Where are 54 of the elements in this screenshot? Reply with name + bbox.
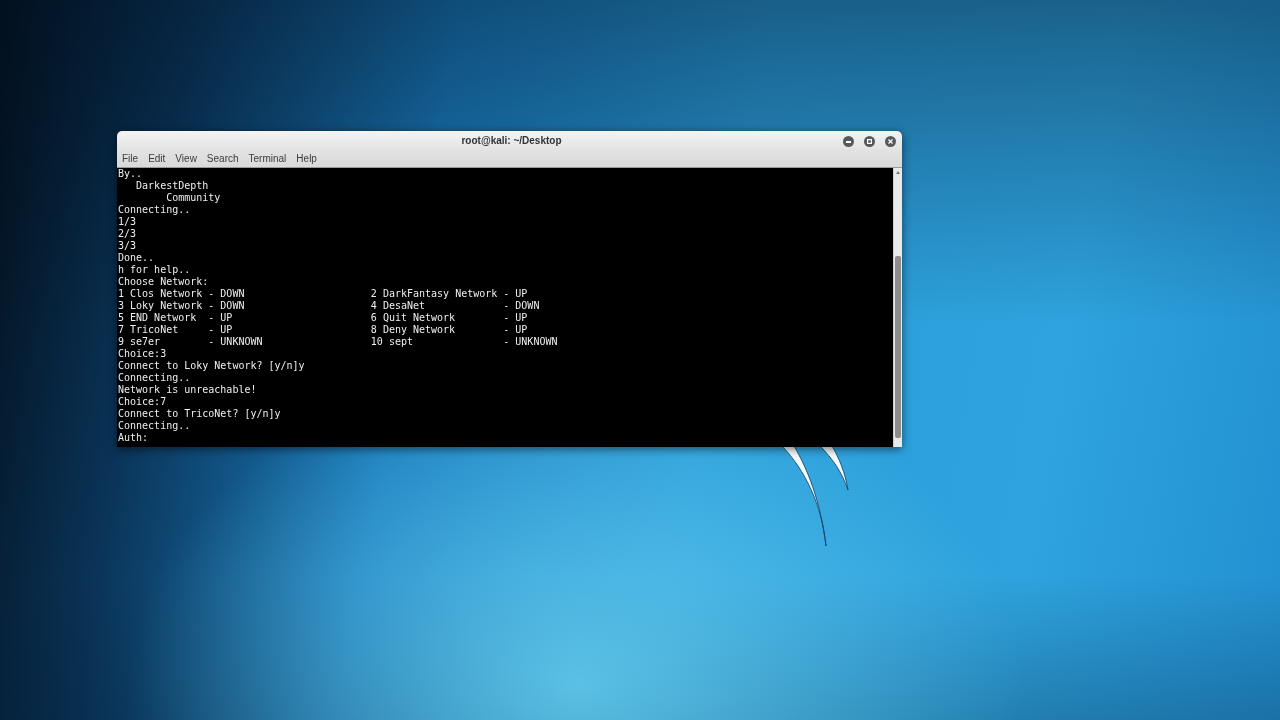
minus-icon bbox=[846, 140, 851, 143]
network-option: 7 TricoNet bbox=[118, 324, 179, 335]
terminal-line: 2/3 bbox=[118, 228, 137, 239]
terminal-line: 1/3 bbox=[118, 216, 137, 227]
menu-item[interactable]: File bbox=[117, 151, 144, 167]
window-title: root@kali: ~/Desktop bbox=[461, 136, 562, 146]
scrollbar-track[interactable] bbox=[893, 168, 902, 447]
terminal-line: Choice:7 bbox=[118, 396, 167, 407]
network-status: - DOWN bbox=[208, 300, 245, 311]
network-option: 2 DarkFantasy Network bbox=[370, 288, 498, 299]
terminal-line: Auth: bbox=[118, 432, 149, 443]
terminal-line: By.. bbox=[118, 168, 143, 179]
terminal-line: Choose Network: bbox=[118, 276, 209, 287]
terminal-line: Choice:3 bbox=[118, 348, 167, 359]
scroll-up-icon[interactable] bbox=[896, 171, 900, 174]
terminal-line: Connecting.. bbox=[118, 372, 191, 383]
network-status: - UP bbox=[208, 312, 233, 323]
scrollbar-thumb[interactable] bbox=[895, 256, 901, 438]
menu-item[interactable]: Search bbox=[201, 151, 244, 167]
menu-item[interactable]: Edit bbox=[143, 151, 171, 167]
terminal-line: Connecting.. bbox=[118, 204, 191, 215]
maximize-button[interactable] bbox=[864, 136, 875, 147]
menu-item[interactable]: View bbox=[170, 151, 202, 167]
network-status: - UP bbox=[503, 324, 528, 335]
terminal-line: Connect to Loky Network? [y/n]y bbox=[118, 360, 305, 371]
terminal-line: Connect to TricoNet? [y/n]y bbox=[118, 408, 281, 419]
close-icon bbox=[888, 139, 893, 144]
terminal-line: 3/3 bbox=[118, 240, 137, 251]
network-status: - UNKNOWN bbox=[503, 336, 558, 347]
close-button[interactable] bbox=[885, 136, 896, 147]
network-option: 3 Loky Network bbox=[118, 300, 203, 311]
menu-item[interactable]: Help bbox=[291, 151, 322, 167]
network-status: - UP bbox=[503, 312, 528, 323]
terminal-line: DarkestDepth bbox=[136, 180, 209, 191]
network-status: - DOWN bbox=[208, 288, 245, 299]
menu-item[interactable]: Terminal bbox=[243, 151, 292, 167]
network-option: 4 DesaNet bbox=[370, 300, 426, 311]
terminal-line: h for help.. bbox=[118, 264, 191, 275]
network-status: - UP bbox=[208, 324, 233, 335]
network-option: 5 END Network bbox=[118, 312, 197, 323]
network-option: 6 Quit Network bbox=[370, 312, 456, 323]
network-option: 9 se7er bbox=[118, 336, 161, 347]
terminal-line: Community bbox=[166, 192, 221, 203]
network-status: - UNKNOWN bbox=[208, 336, 263, 347]
network-status: - UP bbox=[503, 288, 528, 299]
network-option: 8 Deny Network bbox=[370, 324, 456, 335]
terminal-line: Done.. bbox=[118, 252, 155, 263]
network-option: 10 sept bbox=[370, 336, 413, 347]
network-status: - DOWN bbox=[503, 300, 540, 311]
network-option: 1 Clos Network bbox=[118, 288, 203, 299]
terminal-line: Connecting.. bbox=[118, 420, 191, 431]
terminal-line: Network is unreachable! bbox=[118, 384, 257, 395]
maximize-icon bbox=[867, 139, 872, 144]
minimize-button[interactable] bbox=[843, 136, 854, 147]
